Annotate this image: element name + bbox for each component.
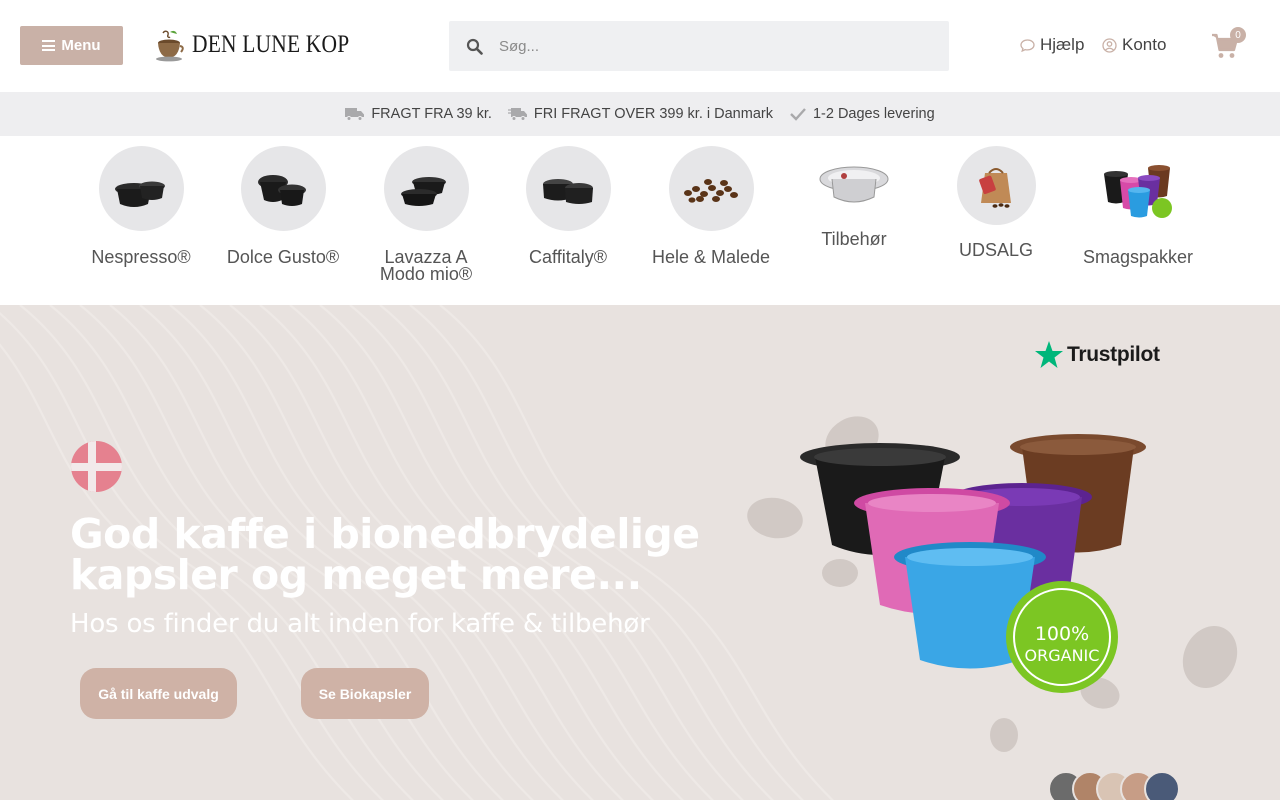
- caffitaly-pods-image: [525, 146, 611, 231]
- help-label: Hjælp: [1040, 35, 1085, 54]
- account-label: Konto: [1122, 35, 1167, 54]
- search-bar: [449, 21, 949, 71]
- trustpilot-star-icon: [1035, 341, 1063, 368]
- category-label: Smagspakker: [1082, 247, 1194, 267]
- category-nav: Nespresso® Dolce Gusto® Lavazza A Modo m…: [0, 136, 1280, 305]
- nespresso-pods-image: [98, 146, 184, 231]
- trustpilot-logo[interactable]: Trustpilot: [1034, 340, 1160, 370]
- usp-text: FRI FRAGT OVER 399 kr. i Danmark: [533, 106, 773, 122]
- site-header: Menu DEN LUNE KOP Hjælp Konto 0: [0, 0, 1280, 92]
- hero-subline: Hos os finder du alt inden for kaffe & t…: [70, 609, 650, 639]
- category-caffitaly[interactable]: Caffitaly®: [503, 146, 633, 266]
- taste-pack-image: [1096, 146, 1181, 231]
- usp-text: FRAGT FRA 39 kr.: [371, 106, 492, 122]
- category-label: Dolce Gusto®: [226, 247, 340, 267]
- menu-label: Menu: [61, 37, 101, 54]
- category-label: Nespresso®: [91, 247, 191, 267]
- truck-icon: [345, 108, 365, 121]
- category-udsalg[interactable]: UDSALG: [931, 146, 1061, 259]
- usp-item: 1-2 Dages levering: [789, 106, 935, 122]
- hero-headline: God kaffe i bionedbrydelige kapsler og m…: [70, 510, 700, 599]
- danish-flag-icon: [71, 441, 122, 492]
- coffee-beans-image: [668, 146, 754, 231]
- organic-badge-text-line2: ORGANIC: [1024, 646, 1100, 665]
- biodegradable-pods-image: [747, 416, 1238, 752]
- chat-bubble-icon: [1020, 38, 1035, 52]
- category-nespresso[interactable]: Nespresso®: [76, 146, 206, 266]
- hamburger-icon: [42, 40, 56, 51]
- usp-bar: FRAGT FRA 39 kr. FRI FRAGT OVER 399 kr. …: [0, 92, 1280, 136]
- category-smagspakker[interactable]: Smagspakker: [1073, 146, 1203, 266]
- usp-item: FRAGT FRA 39 kr.: [345, 106, 492, 122]
- category-label: UDSALG: [958, 240, 1034, 260]
- trustpilot-text: Trustpilot: [1067, 343, 1160, 366]
- logo-text: DEN LUNE KOP: [192, 31, 350, 58]
- account-link[interactable]: Konto: [1102, 35, 1166, 55]
- category-dolce-gusto[interactable]: Dolce Gusto®: [218, 146, 348, 266]
- cart-count-badge: 0: [1230, 27, 1246, 43]
- check-icon: [790, 108, 806, 121]
- customer-avatars: [1048, 771, 1180, 800]
- site-logo[interactable]: DEN LUNE KOP: [153, 27, 375, 63]
- user-circle-icon: [1102, 37, 1117, 53]
- shipping-fast-icon: [507, 108, 527, 121]
- cart-button[interactable]: 0: [1211, 27, 1251, 62]
- biocapsules-button[interactable]: Se Biokapsler: [301, 668, 429, 719]
- category-hele-malede[interactable]: Hele & Malede: [646, 146, 776, 266]
- accessories-image: [812, 146, 897, 221]
- hero-banner: God kaffe i bionedbrydelige kapsler og m…: [0, 305, 1280, 800]
- usp-text: 1-2 Dages levering: [812, 106, 935, 122]
- avatar: [1144, 771, 1180, 800]
- dolce-gusto-pods-image: [240, 146, 326, 231]
- coffee-cup-logo-icon: [156, 30, 184, 61]
- menu-button[interactable]: Menu: [20, 26, 123, 65]
- help-link[interactable]: Hjælp: [1020, 35, 1084, 55]
- category-lavazza[interactable]: Lavazza A Modo mio®: [361, 146, 491, 283]
- category-label: Caffitaly®: [529, 247, 607, 267]
- category-label: Lavazza A Modo mio®: [379, 247, 473, 284]
- category-label: Tilbehør: [821, 229, 887, 249]
- lavazza-pods-image: [383, 146, 469, 231]
- category-tilbehor[interactable]: Tilbehør: [789, 146, 919, 248]
- coffee-selection-button[interactable]: Gå til kaffe udvalg: [80, 668, 237, 719]
- usp-item: FRI FRAGT OVER 399 kr. i Danmark: [507, 106, 773, 122]
- search-input[interactable]: [499, 22, 919, 70]
- search-icon[interactable]: [449, 21, 499, 71]
- category-label: Hele & Malede: [651, 247, 771, 267]
- sale-bag-image: [956, 146, 1036, 225]
- organic-badge-text-line1: 100%: [1034, 623, 1090, 645]
